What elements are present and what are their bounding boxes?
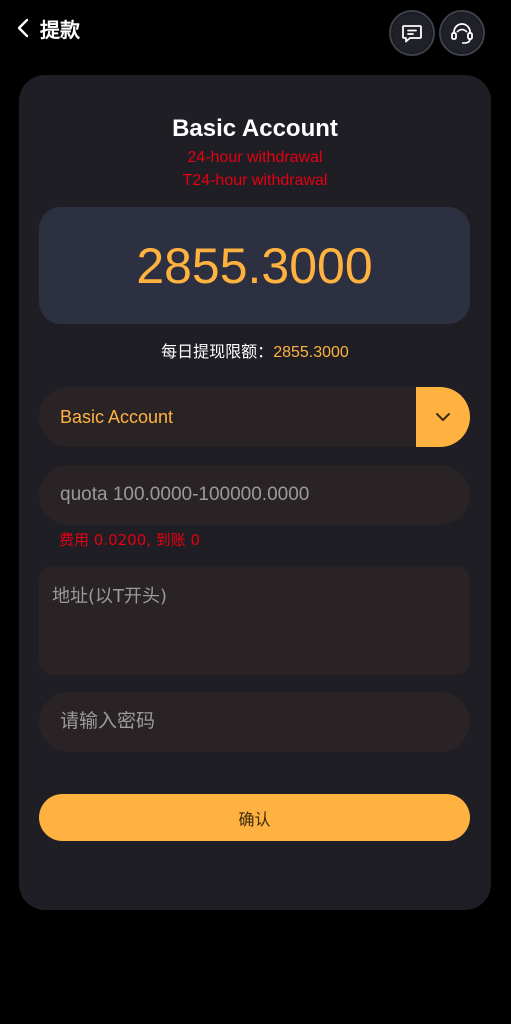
address-input[interactable] bbox=[39, 566, 470, 675]
page-title: 提款 bbox=[40, 17, 80, 42]
withdraw-card: Basic Account 24-hour withdrawal T24-hou… bbox=[19, 75, 491, 910]
daily-limit-label: 每日提现限额： bbox=[161, 342, 274, 361]
quota-input[interactable] bbox=[39, 465, 470, 525]
account-select[interactable]: Basic Account bbox=[39, 387, 470, 447]
customer-service-button[interactable] bbox=[439, 10, 485, 56]
message-button[interactable] bbox=[389, 10, 435, 56]
account-select-value: Basic Account bbox=[60, 407, 174, 427]
withdrawal-note-2: T24-hour withdrawal bbox=[182, 172, 328, 189]
back-button[interactable]: 提款 bbox=[14, 12, 80, 44]
confirm-button[interactable]: 确认 bbox=[39, 794, 470, 841]
password-input[interactable] bbox=[39, 692, 470, 752]
fee-note: 费用 0.0200, 到账 0 bbox=[59, 531, 201, 549]
account-title: Basic Account bbox=[172, 115, 338, 142]
balance-value: 2855.3000 bbox=[136, 237, 373, 294]
balance-box: 2855.3000 bbox=[39, 207, 470, 324]
top-bar: 提款 bbox=[0, 0, 511, 60]
chevron-down-icon bbox=[436, 413, 450, 421]
withdrawal-note-1: 24-hour withdrawal bbox=[187, 149, 323, 166]
daily-limit: 每日提现限额：2855.3000 bbox=[19, 338, 491, 362]
account-select-toggle[interactable] bbox=[416, 387, 470, 447]
message-icon bbox=[402, 25, 422, 43]
chevron-left-icon bbox=[17, 18, 29, 38]
daily-limit-value: 2855.3000 bbox=[273, 344, 349, 361]
customer-service-icon bbox=[451, 23, 473, 44]
